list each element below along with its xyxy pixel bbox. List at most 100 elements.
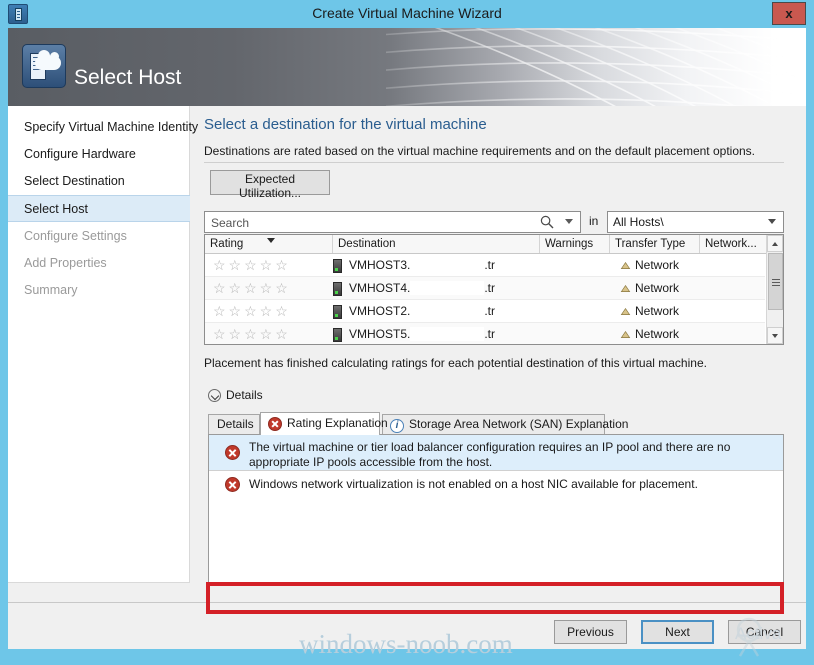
error-icon [268,417,282,431]
destination-name: VMHOST3. .tr [349,258,495,272]
tab-san-explanation-label: Storage Area Network (SAN) Explanation [409,417,629,431]
scope-select[interactable]: All Hosts\ [607,211,784,233]
expected-utilization-button[interactable]: Expected Utilization... [210,170,330,200]
scope-chevron-down-icon [768,219,776,224]
network-transfer-icon [620,285,631,292]
table-row[interactable]: ☆☆☆☆☆ VMHOST5. .tr Network [205,323,765,344]
page-banner: Select Host [8,28,806,106]
column-header-destination[interactable]: Destination [333,235,540,253]
redacted-domain [410,281,485,295]
rating-explanation-panel: The virtual machine or tier load balance… [208,434,784,584]
column-header-warnings[interactable]: Warnings [540,235,610,253]
host-server-icon [333,259,342,273]
destination-suffix: .tr [484,258,496,272]
wizard-window: Create Virtual Machine Wizard x Select H… [0,0,814,665]
host-cloud-icon [22,44,66,88]
redacted-domain [410,258,485,272]
table-row[interactable]: ☆☆☆☆☆ VMHOST3. .tr Network [205,254,765,277]
page-title: Select Host [74,66,182,89]
section-heading: Select a destination for the virtual mac… [204,116,487,133]
network-transfer-icon [620,308,631,315]
table-row[interactable]: ☆☆☆☆☆ VMHOST2. .tr Network [205,300,765,323]
destination-hostname: VMHOST4. [349,281,411,295]
list-item[interactable]: Windows network virtualization is not en… [209,471,783,499]
table-header-row: Rating Destination Warnings Transfer Typ… [205,235,783,254]
sort-descending-icon [267,238,275,243]
search-box[interactable] [204,211,581,233]
sidebar-item-configure-hardware[interactable]: Configure Hardware [8,141,190,168]
scrollbar-thumb[interactable] [768,253,783,310]
rating-stars: ☆☆☆☆☆ [213,257,291,273]
message-text: Windows network virtualization is not en… [249,477,698,491]
redacted-domain [410,327,485,341]
tab-details[interactable]: Details [208,414,260,434]
sidebar-item-summary: Summary [24,283,78,297]
destination-name: VMHOST4. .tr [349,281,495,295]
transfer-type-value: Network [635,327,680,341]
previous-button[interactable]: Previous [554,620,627,644]
table-row[interactable]: ☆☆☆☆☆ VMHOST4. .tr Network [205,277,765,300]
sidebar-item-select-destination[interactable]: Select Destination [8,168,190,195]
host-server-icon [333,282,342,296]
host-server-icon [333,305,342,319]
sidebar-item-add-properties: Add Properties [24,256,107,270]
tab-rating-explanation-label: Rating Explanation [287,416,388,430]
footer-divider [8,602,806,603]
info-icon: i [390,419,404,433]
scope-select-value: All Hosts\ [613,215,664,229]
next-button[interactable]: Next [641,620,714,644]
destination-name: VMHOST5. .tr [349,327,495,341]
chevron-down-icon[interactable] [208,389,221,402]
wizard-body: Specify Virtual Machine Identity Configu… [8,106,806,649]
details-expander-label: Details [226,388,263,402]
destination-hostname: VMHOST2. [349,304,411,318]
list-item[interactable]: The virtual machine or tier load balance… [209,435,783,471]
heading-divider [204,162,784,163]
close-icon[interactable]: x [772,2,806,25]
error-icon [225,477,240,492]
destinations-table: Rating Destination Warnings Transfer Typ… [204,234,784,345]
sidebar-item-configure-settings: Configure Settings [24,229,127,243]
annotation-highlight-box [206,582,784,614]
scroll-down-icon[interactable] [767,327,783,344]
main-pane: Select a destination for the virtual mac… [204,106,796,614]
search-icon[interactable] [540,215,554,229]
cancel-button[interactable]: Cancel [728,620,801,644]
tab-rating-explanation[interactable]: Rating Explanation [260,412,388,435]
details-tabstrip: Details Rating Explanation i Storage Are… [208,412,784,435]
banner-mesh-decoration [386,28,806,106]
redacted-domain [410,304,485,318]
rating-stars: ☆☆☆☆☆ [213,303,291,319]
network-transfer-icon [620,331,631,338]
column-header-transfer-type[interactable]: Transfer Type [610,235,700,253]
window-title: Create Virtual Machine Wizard [312,5,502,21]
transfer-type-value: Network [635,281,680,295]
message-text: The virtual machine or tier load balance… [249,440,731,469]
title-bar: Create Virtual Machine Wizard x [0,0,814,28]
network-transfer-icon [620,262,631,269]
scope-in-label: in [589,214,599,228]
destination-suffix: .tr [484,281,496,295]
rating-stars: ☆☆☆☆☆ [213,280,291,296]
section-subtext: Destinations are rated based on the virt… [204,144,756,158]
placement-status-text: Placement has finished calculating ratin… [204,356,707,370]
transfer-type-value: Network [635,258,680,272]
sidebar-item-select-host[interactable]: Select Host [8,195,190,222]
sidebar-item-specify-identity[interactable]: Specify Virtual Machine Identity [8,114,198,141]
destination-suffix: .tr [484,327,496,341]
tab-san-explanation[interactable]: i Storage Area Network (SAN) Explanation [382,414,628,434]
tab-details-label: Details [217,417,254,431]
destination-suffix: .tr [484,304,496,318]
table-scrollbar[interactable] [766,235,783,344]
destination-hostname: VMHOST3. [349,258,411,272]
search-input[interactable] [209,215,533,231]
search-dropdown-chevron-down-icon[interactable] [565,219,573,224]
destination-hostname: VMHOST5. [349,327,411,341]
column-header-network[interactable]: Network... [700,235,766,253]
host-server-icon [333,328,342,342]
rating-stars: ☆☆☆☆☆ [213,326,291,342]
destination-name: VMHOST2. .tr [349,304,495,318]
wizard-steps-sidebar: Specify Virtual Machine Identity Configu… [8,106,198,583]
scroll-up-icon[interactable] [767,235,783,252]
error-icon [225,445,240,460]
